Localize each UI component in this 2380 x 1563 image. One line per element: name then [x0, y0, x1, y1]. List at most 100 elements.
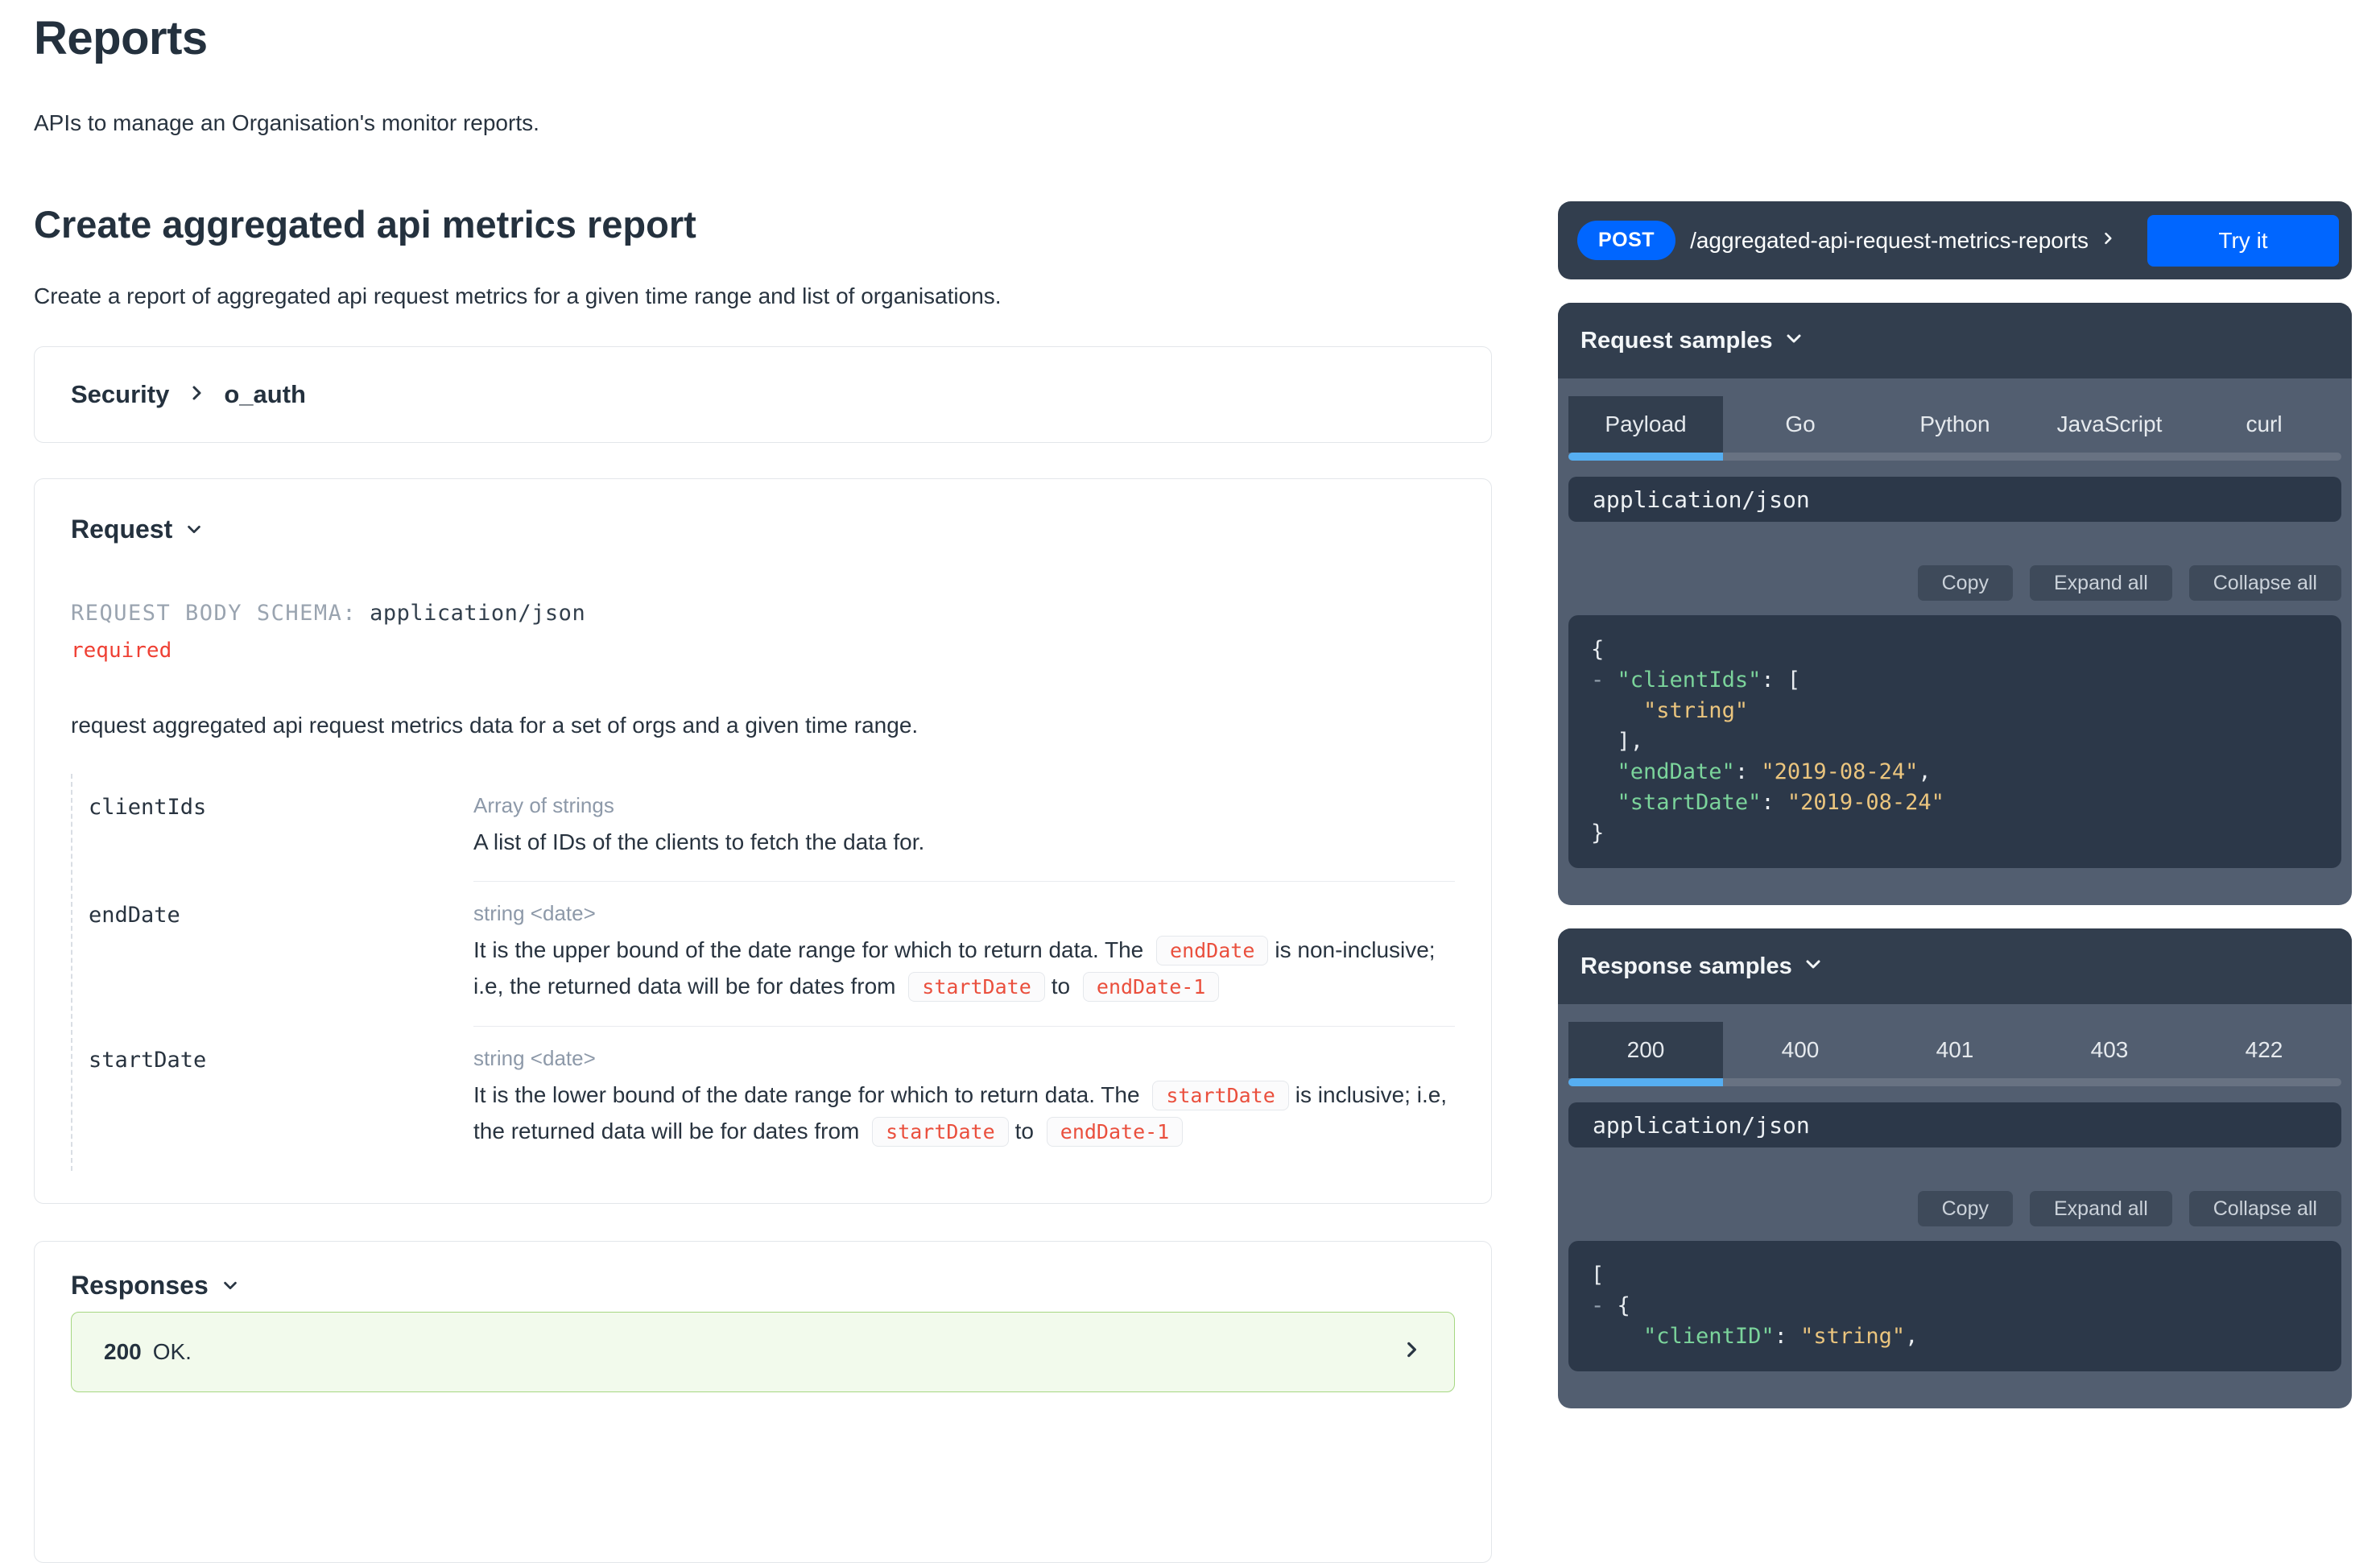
expand-all-button[interactable]: Expand all	[2030, 1191, 2172, 1226]
field-name: clientIds	[89, 774, 473, 882]
response-200-row[interactable]: 200 OK.	[71, 1312, 1455, 1392]
request-section-header[interactable]: Request	[71, 515, 1455, 544]
operation-description: Create a report of aggregated api reques…	[34, 283, 1492, 309]
response-status-code: 200	[104, 1339, 142, 1365]
request-header-label: Request	[71, 515, 172, 544]
endpoint-bar[interactable]: POST /aggregated-api-request-metrics-rep…	[1558, 201, 2352, 279]
chevron-down-icon	[221, 1271, 239, 1300]
samples-sidebar: POST /aggregated-api-request-metrics-rep…	[1558, 201, 2352, 1408]
response-tab-400[interactable]: 400	[1723, 1022, 1878, 1078]
responses-section: Responses 200 OK.	[34, 1241, 1492, 1563]
request-section: Request REQUEST BODY SCHEMA:application/…	[34, 478, 1492, 1204]
response-samples-header[interactable]: Response samples	[1558, 928, 2352, 1004]
code-line: {	[1591, 635, 2319, 665]
request-sample-code: {- "clientIds": [ "string" ], "endDate":…	[1568, 615, 2341, 868]
security-section[interactable]: Security o_auth	[34, 346, 1492, 443]
chevron-down-icon	[1804, 953, 1823, 980]
response-content-type-select[interactable]: application/json	[1568, 1102, 2341, 1147]
request-tab-payload[interactable]: Payload	[1568, 396, 1723, 453]
request-content-type-select[interactable]: application/json	[1568, 477, 2341, 522]
collapse-toggle[interactable]: -	[1591, 668, 1604, 693]
response-samples-tabs: 200400401403422	[1568, 1022, 2341, 1078]
response-tab-422[interactable]: 422	[2187, 1022, 2341, 1078]
endpoint-path: /aggregated-api-request-metrics-reports	[1690, 228, 2089, 254]
request-body-schema: REQUEST BODY SCHEMA:application/json	[71, 601, 1455, 626]
collapse-toggle[interactable]: -	[1591, 1293, 1604, 1318]
required-badge: required	[71, 639, 1455, 663]
request-tab-curl[interactable]: curl	[2187, 396, 2341, 453]
response-samples-panel: Response samples 200400401403422 applica…	[1558, 928, 2352, 1408]
tab-underline	[1568, 1078, 2341, 1086]
description-text: to	[1052, 974, 1076, 999]
field-type: Array of strings	[473, 793, 1455, 818]
request-tab-javascript[interactable]: JavaScript	[2032, 396, 2187, 453]
request-samples-panel: Request samples PayloadGoPythonJavaScrip…	[1558, 303, 2352, 905]
request-tab-python[interactable]: Python	[1878, 396, 2032, 453]
code-line: [	[1591, 1260, 2319, 1291]
description-text: A list of IDs of the clients to fetch th…	[473, 829, 924, 854]
inline-code-chip: startDate	[872, 1117, 1008, 1147]
code-line: - "clientIds": [	[1591, 665, 2319, 696]
security-scheme: o_auth	[224, 380, 306, 409]
method-badge: POST	[1577, 221, 1676, 260]
inline-code-chip: startDate	[1152, 1081, 1288, 1110]
chevron-right-icon	[187, 383, 206, 407]
page-subtitle: APIs to manage an Organisation's monitor…	[34, 110, 1492, 136]
field-type: string <date>	[473, 901, 1455, 926]
request-tab-go[interactable]: Go	[1723, 396, 1878, 453]
request-samples-tabs: PayloadGoPythonJavaScriptcurl	[1568, 396, 2341, 453]
chevron-down-icon	[185, 515, 203, 544]
response-status-label: OK.	[153, 1339, 192, 1365]
chevron-right-icon	[1401, 1339, 1422, 1366]
field-name: endDate	[89, 882, 473, 1027]
request-code-actions: Copy Expand all Collapse all	[1568, 565, 2341, 601]
schema-fields-table: clientIdsArray of strings A list of IDs o…	[71, 774, 1455, 1171]
response-samples-body: 200400401403422 application/json Copy Exp…	[1558, 1004, 2352, 1408]
try-it-button[interactable]: Try it	[2147, 215, 2339, 267]
field-detail: string <date>It is the lower bound of th…	[473, 1027, 1455, 1171]
code-line: ],	[1591, 726, 2319, 757]
code-line: "startDate": "2019-08-24"	[1591, 788, 2319, 818]
expand-all-button[interactable]: Expand all	[2030, 565, 2172, 601]
docs-content: Reports APIs to manage an Organisation's…	[34, 0, 1492, 1563]
operation-title: Create aggregated api metrics report	[34, 202, 1492, 246]
request-samples-header[interactable]: Request samples	[1558, 303, 2352, 378]
field-description: It is the upper bound of the date range …	[473, 932, 1455, 1005]
copy-button[interactable]: Copy	[1918, 1191, 2013, 1226]
schema-field-row: clientIdsArray of strings A list of IDs o…	[89, 774, 1455, 882]
chevron-down-icon	[1784, 328, 1804, 354]
security-label: Security	[71, 380, 169, 409]
field-description: A list of IDs of the clients to fetch th…	[473, 825, 1455, 860]
field-name: startDate	[89, 1027, 473, 1171]
request-body-description: request aggregated api request metrics d…	[71, 713, 1455, 738]
inline-code-chip: endDate	[1156, 936, 1268, 966]
inline-code-chip: startDate	[908, 972, 1044, 1002]
response-tab-200[interactable]: 200	[1568, 1022, 1723, 1078]
response-samples-title: Response samples	[1580, 953, 1792, 980]
field-detail: Array of strings A list of IDs of the cli…	[473, 774, 1455, 882]
request-samples-body: PayloadGoPythonJavaScriptcurl applicatio…	[1558, 378, 2352, 905]
code-line: "endDate": "2019-08-24",	[1591, 757, 2319, 788]
schema-label: REQUEST BODY SCHEMA:	[71, 601, 357, 626]
inline-code-chip: endDate-1	[1047, 1117, 1183, 1147]
response-sample-code: [- { "clientID": "string",	[1568, 1241, 2341, 1371]
copy-button[interactable]: Copy	[1918, 565, 2013, 601]
field-detail: string <date> It is the upper bound of th…	[473, 882, 1455, 1027]
request-samples-title: Request samples	[1580, 328, 1773, 354]
code-line: "clientID": "string",	[1591, 1321, 2319, 1352]
schema-field-row: startDatestring <date>It is the lower bo…	[89, 1027, 1455, 1171]
description-text: It is the upper bound of the date range …	[473, 937, 1150, 962]
code-line: - {	[1591, 1291, 2319, 1321]
field-type: string <date>	[473, 1046, 1455, 1071]
response-tab-401[interactable]: 401	[1878, 1022, 2032, 1078]
code-line: }	[1591, 818, 2319, 849]
collapse-all-button[interactable]: Collapse all	[2189, 565, 2341, 601]
inline-code-chip: endDate-1	[1083, 972, 1219, 1002]
responses-header-label: Responses	[71, 1271, 209, 1300]
chevron-right-icon	[2100, 230, 2116, 250]
tab-underline	[1568, 453, 2341, 461]
collapse-all-button[interactable]: Collapse all	[2189, 1191, 2341, 1226]
responses-section-header[interactable]: Responses	[71, 1271, 1455, 1300]
response-tab-403[interactable]: 403	[2032, 1022, 2187, 1078]
schema-field-row: endDatestring <date>It is the upper boun…	[89, 882, 1455, 1027]
